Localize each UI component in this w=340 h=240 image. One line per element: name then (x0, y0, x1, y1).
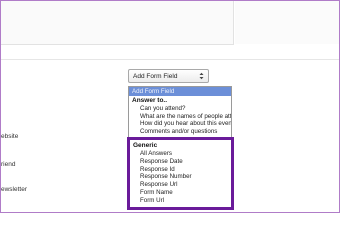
dropdown-option-can-you-attend[interactable]: Can you attend? (129, 105, 231, 113)
divider (1, 59, 339, 60)
dropdown-option-placeholder[interactable]: Add Form Field (129, 87, 231, 96)
dropdown-option-response-id[interactable]: Response Id (130, 166, 231, 174)
dropdown-option-form-name[interactable]: Form Name (130, 189, 231, 197)
field-label-website: ebsite (1, 133, 19, 140)
select-updown-arrows-icon (199, 72, 204, 80)
top-right-panel (235, 1, 339, 44)
add-form-field-select[interactable]: Add Form Field (128, 69, 209, 83)
top-content-panel (1, 1, 234, 45)
field-label-newsletter: ewsletter (1, 186, 28, 193)
window-frame: ebsite riend ewsletter Add Form Field Ad… (0, 0, 340, 213)
dropdown-option-form-url[interactable]: Form Url (130, 197, 231, 205)
generic-options-highlight: Generic All Answers Response Date Respon… (127, 137, 234, 210)
dropdown-option-how-did-you-hear[interactable]: How did you hear about this event? (129, 120, 231, 128)
dropdown-option-all-answers[interactable]: All Answers (130, 150, 231, 158)
dropdown-option-response-date[interactable]: Response Date (130, 158, 231, 166)
dropdown-option-names-attending[interactable]: What are the names of people attending? (129, 113, 231, 121)
dropdown-group-generic: Generic (133, 142, 158, 149)
dropdown-option-response-url[interactable]: Response Url (130, 181, 231, 189)
dropdown-option-response-number[interactable]: Response Number (130, 173, 231, 181)
dropdown-group-answer-to: Answer to.. (132, 97, 168, 104)
field-label-friend: riend (1, 161, 16, 168)
add-form-field-dropdown: Add Form Field Answer to.. Can you atten… (128, 86, 232, 140)
dropdown-option-comments[interactable]: Comments and/or questions (129, 128, 231, 136)
add-form-field-select-value: Add Form Field (133, 72, 178, 80)
